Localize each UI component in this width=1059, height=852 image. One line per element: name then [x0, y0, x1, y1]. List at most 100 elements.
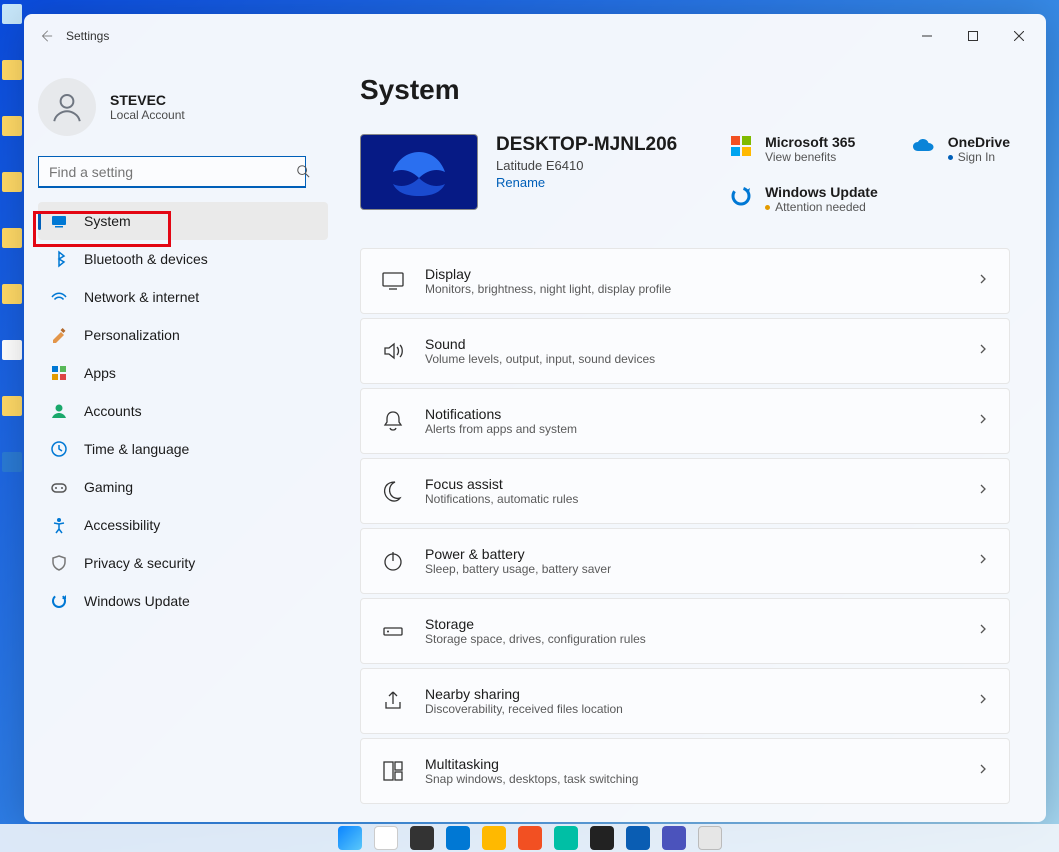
sound-icon: [381, 339, 405, 363]
card-power[interactable]: Power & batterySleep, battery usage, bat…: [360, 528, 1010, 594]
search-icon: [296, 164, 310, 183]
share-icon: [381, 689, 405, 713]
sidebar-item-update[interactable]: Windows Update: [38, 582, 328, 620]
arrow-left-icon: [39, 29, 53, 43]
chevron-right-icon: [977, 552, 989, 570]
windows-update-tile[interactable]: Windows Update Attention needed: [729, 184, 878, 214]
sidebar-item-accessibility[interactable]: Accessibility: [38, 506, 328, 544]
sidebar-item-personalization[interactable]: Personalization: [38, 316, 328, 354]
onedrive-tile[interactable]: OneDrive Sign In: [912, 134, 1010, 164]
card-moon[interactable]: Focus assistNotifications, automatic rul…: [360, 458, 1010, 524]
storage-icon: [381, 619, 405, 643]
device-thumbnail[interactable]: [360, 134, 478, 210]
moon-icon: [381, 479, 405, 503]
sidebar-item-label: Bluetooth & devices: [84, 251, 208, 267]
device-name: DESKTOP-MJNL206: [496, 134, 677, 156]
card-subtitle: Storage space, drives, configuration rul…: [425, 632, 646, 646]
sidebar-item-privacy[interactable]: Privacy & security: [38, 544, 328, 582]
power-icon: [381, 549, 405, 573]
privacy-icon: [50, 554, 68, 572]
chevron-right-icon: [977, 622, 989, 640]
card-subtitle: Monitors, brightness, night light, displ…: [425, 282, 671, 296]
sidebar-item-accounts[interactable]: Accounts: [38, 392, 328, 430]
sidebar-item-system[interactable]: System: [38, 202, 328, 240]
user-account-type: Local Account: [110, 108, 185, 122]
onedrive-title: OneDrive: [948, 134, 1010, 150]
card-title: Focus assist: [425, 476, 578, 492]
sidebar-item-apps[interactable]: Apps: [38, 354, 328, 392]
avatar: [38, 78, 96, 136]
sidebar-item-label: Windows Update: [84, 593, 190, 609]
display-icon: [381, 269, 405, 293]
card-title: Sound: [425, 336, 655, 352]
card-share[interactable]: Nearby sharingDiscoverability, received …: [360, 668, 1010, 734]
windows-update-icon: [729, 184, 753, 208]
card-subtitle: Volume levels, output, input, sound devi…: [425, 352, 655, 366]
chevron-right-icon: [977, 692, 989, 710]
maximize-button[interactable]: [950, 20, 996, 52]
card-storage[interactable]: StorageStorage space, drives, configurat…: [360, 598, 1010, 664]
sidebar-item-bluetooth[interactable]: Bluetooth & devices: [38, 240, 328, 278]
card-subtitle: Alerts from apps and system: [425, 422, 577, 436]
settings-window: Settings STEVEC Local Account: [24, 14, 1046, 822]
card-sound[interactable]: SoundVolume levels, output, input, sound…: [360, 318, 1010, 384]
chevron-right-icon: [977, 482, 989, 500]
sidebar-item-label: Accessibility: [84, 517, 160, 533]
card-title: Power & battery: [425, 546, 611, 562]
update-title: Windows Update: [765, 184, 878, 200]
taskbar-taskview[interactable]: [410, 826, 434, 850]
desktop-icon-strip: [0, 0, 24, 852]
personalization-icon: [50, 326, 68, 344]
update-sub: Attention needed: [765, 200, 878, 214]
taskbar-app[interactable]: [446, 826, 470, 850]
card-bell[interactable]: NotificationsAlerts from apps and system: [360, 388, 1010, 454]
card-subtitle: Discoverability, received files location: [425, 702, 623, 716]
taskbar-app[interactable]: [554, 826, 578, 850]
taskbar-explorer[interactable]: [482, 826, 506, 850]
microsoft-365-icon: [729, 134, 753, 158]
sidebar-item-time[interactable]: Time & language: [38, 430, 328, 468]
card-title: Display: [425, 266, 671, 282]
minimize-button[interactable]: [904, 20, 950, 52]
start-button[interactable]: [338, 826, 362, 850]
card-title: Nearby sharing: [425, 686, 623, 702]
person-icon: [50, 90, 84, 124]
minimize-icon: [922, 31, 932, 41]
onedrive-icon: [912, 134, 936, 158]
close-button[interactable]: [996, 20, 1042, 52]
sidebar-item-label: Privacy & security: [84, 555, 195, 571]
network-icon: [50, 288, 68, 306]
taskbar-app[interactable]: [590, 826, 614, 850]
window-title: Settings: [66, 29, 109, 43]
card-subtitle: Snap windows, desktops, task switching: [425, 772, 638, 786]
back-button[interactable]: [28, 18, 64, 54]
sidebar-item-network[interactable]: Network & internet: [38, 278, 328, 316]
microsoft-365-tile[interactable]: Microsoft 365 View benefits: [729, 134, 878, 164]
chevron-right-icon: [977, 412, 989, 430]
titlebar: Settings: [24, 14, 1046, 58]
sidebar-item-label: Apps: [84, 365, 116, 381]
taskbar-settings[interactable]: [698, 826, 722, 850]
page-title: System: [360, 74, 1010, 106]
user-name: STEVEC: [110, 92, 185, 108]
sidebar-item-label: System: [84, 213, 131, 229]
chevron-right-icon: [977, 762, 989, 780]
card-title: Notifications: [425, 406, 577, 422]
windows-bloom-icon: [379, 144, 459, 200]
taskbar[interactable]: [0, 824, 1059, 852]
card-multitask[interactable]: MultitaskingSnap windows, desktops, task…: [360, 738, 1010, 804]
device-model: Latitude E6410: [496, 158, 677, 173]
apps-icon: [50, 364, 68, 382]
search-input[interactable]: [38, 156, 306, 188]
taskbar-app[interactable]: [626, 826, 650, 850]
sidebar-item-gaming[interactable]: Gaming: [38, 468, 328, 506]
main-content: System DESKTOP-MJNL206 Latitude E6410 Re…: [336, 58, 1046, 822]
card-display[interactable]: DisplayMonitors, brightness, night light…: [360, 248, 1010, 314]
sidebar-item-label: Personalization: [84, 327, 180, 343]
taskbar-app[interactable]: [518, 826, 542, 850]
taskbar-app[interactable]: [662, 826, 686, 850]
maximize-icon: [968, 31, 978, 41]
taskbar-search[interactable]: [374, 826, 398, 850]
rename-link[interactable]: Rename: [496, 175, 677, 190]
user-account-row[interactable]: STEVEC Local Account: [38, 58, 328, 154]
